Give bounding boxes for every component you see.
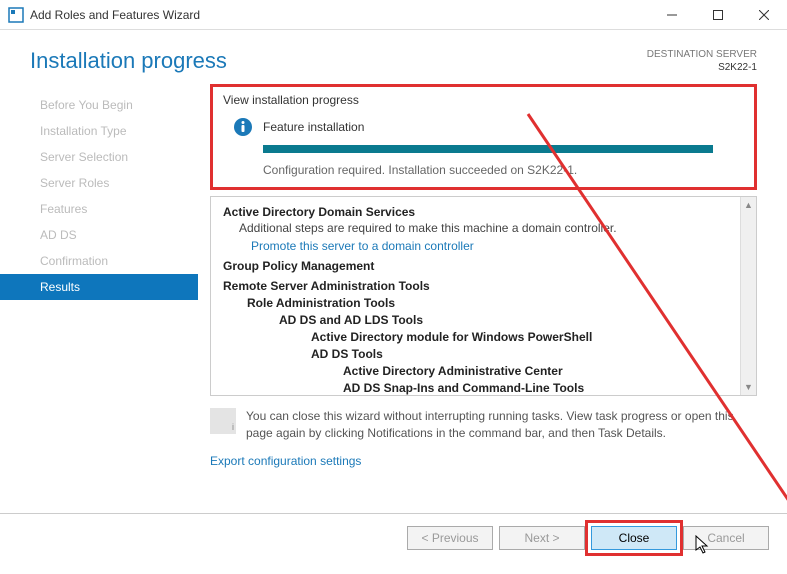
sidebar-item-results[interactable]: Results <box>0 274 198 300</box>
app-icon <box>8 7 24 23</box>
feature-role-admin: Role Administration Tools <box>247 296 736 310</box>
titlebar: Add Roles and Features Wizard <box>0 0 787 30</box>
scroll-up-icon[interactable]: ▲ <box>741 197 756 213</box>
header: Installation progress DESTINATION SERVER… <box>0 30 787 84</box>
section-label: View installation progress <box>223 93 744 107</box>
wizard-sidebar: Before You Begin Installation Type Serve… <box>0 84 198 468</box>
progress-bar <box>263 145 713 153</box>
info-note: i You can close this wizard without inte… <box>210 408 757 442</box>
sidebar-item-before-you-begin: Before You Begin <box>0 92 198 118</box>
minimize-button[interactable] <box>649 0 695 30</box>
sidebar-item-confirmation: Confirmation <box>0 248 198 274</box>
config-message: Configuration required. Installation suc… <box>263 163 744 177</box>
close-button[interactable]: Close <box>591 526 677 550</box>
destination-label: DESTINATION SERVER <box>647 48 757 61</box>
feature-adds-sub: Additional steps are required to make th… <box>239 221 736 235</box>
footer: < Previous Next > Close Cancel <box>0 513 787 561</box>
page-title: Installation progress <box>30 48 227 74</box>
close-window-button[interactable] <box>741 0 787 30</box>
window-title: Add Roles and Features Wizard <box>30 8 649 22</box>
results-scroll-area[interactable]: Active Directory Domain Services Additio… <box>211 197 756 395</box>
feature-ad-center: Active Directory Administrative Center <box>343 364 736 378</box>
feature-rsat: Remote Server Administration Tools <box>223 279 736 293</box>
cursor-icon <box>695 535 711 555</box>
flag-icon: i <box>210 408 236 434</box>
progress-highlight-box: View installation progress Feature insta… <box>210 84 757 190</box>
sidebar-item-features: Features <box>0 196 198 222</box>
maximize-button[interactable] <box>695 0 741 30</box>
feature-ad-tools: AD DS Tools <box>311 347 736 361</box>
export-settings-link[interactable]: Export configuration settings <box>210 454 361 468</box>
sidebar-item-server-selection: Server Selection <box>0 144 198 170</box>
promote-link[interactable]: Promote this server to a domain controll… <box>251 239 736 253</box>
status-text: Feature installation <box>263 120 364 134</box>
destination-server-block: DESTINATION SERVER S2K22-1 <box>647 48 757 74</box>
next-button: Next > <box>499 526 585 550</box>
scroll-down-icon[interactable]: ▼ <box>741 379 756 395</box>
sidebar-item-ad-ds: AD DS <box>0 222 198 248</box>
sidebar-item-server-roles: Server Roles <box>0 170 198 196</box>
scrollbar[interactable]: ▲ ▼ <box>740 197 756 395</box>
feature-ad-ps: Active Directory module for Windows Powe… <box>311 330 736 344</box>
feature-ad-snap: AD DS Snap-Ins and Command-Line Tools <box>343 381 736 395</box>
destination-name: S2K22-1 <box>647 61 757 74</box>
note-text: You can close this wizard without interr… <box>246 408 747 442</box>
feature-gpm: Group Policy Management <box>223 259 736 273</box>
sidebar-item-installation-type: Installation Type <box>0 118 198 144</box>
previous-button: < Previous <box>407 526 493 550</box>
results-list: Active Directory Domain Services Additio… <box>210 196 757 396</box>
info-icon <box>233 117 253 137</box>
feature-adds: Active Directory Domain Services <box>223 205 736 219</box>
main-panel: View installation progress Feature insta… <box>198 84 787 468</box>
feature-ad-lds: AD DS and AD LDS Tools <box>279 313 736 327</box>
